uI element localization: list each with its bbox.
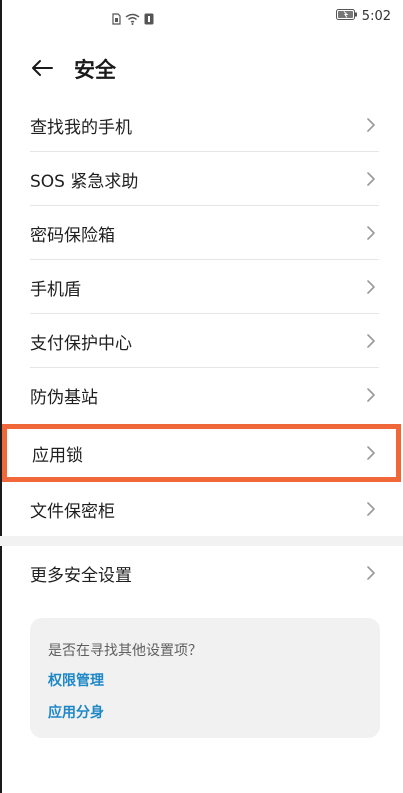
settings-item-label: 查找我的手机 (30, 117, 132, 138)
page-title: 安全 (74, 58, 116, 82)
settings-item-sos[interactable]: SOS 紧急求助 (0, 152, 403, 206)
settings-item-label: 应用锁 (32, 445, 83, 466)
settings-item-label: SOS 紧急求助 (30, 171, 139, 192)
suggestion-question: 是否在寻找其他设置项？ (48, 643, 202, 659)
suggestion-card: 是否在寻找其他设置项？ 权限管理 应用分身 (30, 618, 380, 738)
status-icons (112, 10, 154, 29)
back-arrow-icon (32, 60, 53, 76)
chevron-right-icon (367, 172, 375, 186)
settings-item-password-vault[interactable]: 密码保险箱 (0, 206, 403, 260)
header: 安全 (0, 48, 403, 88)
settings-item-label: 密码保险箱 (30, 225, 115, 246)
settings-item-label: 手机盾 (30, 279, 81, 300)
settings-item-label: 防伪基站 (30, 387, 98, 408)
status-time: 5:02 (361, 9, 391, 24)
status-right: 5:02 (335, 9, 391, 24)
chevron-right-icon (367, 566, 375, 580)
security-settings-list: 查找我的手机 SOS 紧急求助 密码保险箱 手机盾 支付保护中心 防伪基站 应用… (0, 98, 403, 600)
back-button[interactable] (26, 52, 58, 84)
settings-item-file-safe[interactable]: 文件保密柜 (0, 482, 403, 536)
group-separator (0, 536, 403, 546)
settings-item-label: 文件保密柜 (30, 501, 115, 522)
notification-icon (144, 10, 154, 29)
settings-item-fake-base-station[interactable]: 防伪基站 (0, 368, 403, 422)
settings-item-phone-shield[interactable]: 手机盾 (0, 260, 403, 314)
chevron-right-icon (367, 502, 375, 516)
settings-item-label: 支付保护中心 (30, 333, 132, 354)
app-twin-link[interactable]: 应用分身 (48, 702, 104, 722)
settings-item-label: 更多安全设置 (30, 565, 132, 586)
chevron-right-icon (367, 280, 375, 294)
sim-icon (112, 10, 121, 29)
settings-item-more-security[interactable]: 更多安全设置 (0, 546, 403, 600)
chevron-right-icon (367, 334, 375, 348)
chevron-right-icon (367, 446, 375, 460)
settings-item-app-lock[interactable]: 应用锁 (2, 424, 401, 482)
chevron-right-icon (367, 388, 375, 402)
battery-icon (335, 9, 358, 24)
wifi-icon (125, 10, 140, 29)
status-bar: 5:02 (0, 0, 403, 36)
settings-item-find-my-phone[interactable]: 查找我的手机 (0, 98, 403, 152)
permission-management-link[interactable]: 权限管理 (48, 670, 104, 690)
chevron-right-icon (367, 118, 375, 132)
chevron-right-icon (367, 226, 375, 240)
settings-item-payment-protection[interactable]: 支付保护中心 (0, 314, 403, 368)
